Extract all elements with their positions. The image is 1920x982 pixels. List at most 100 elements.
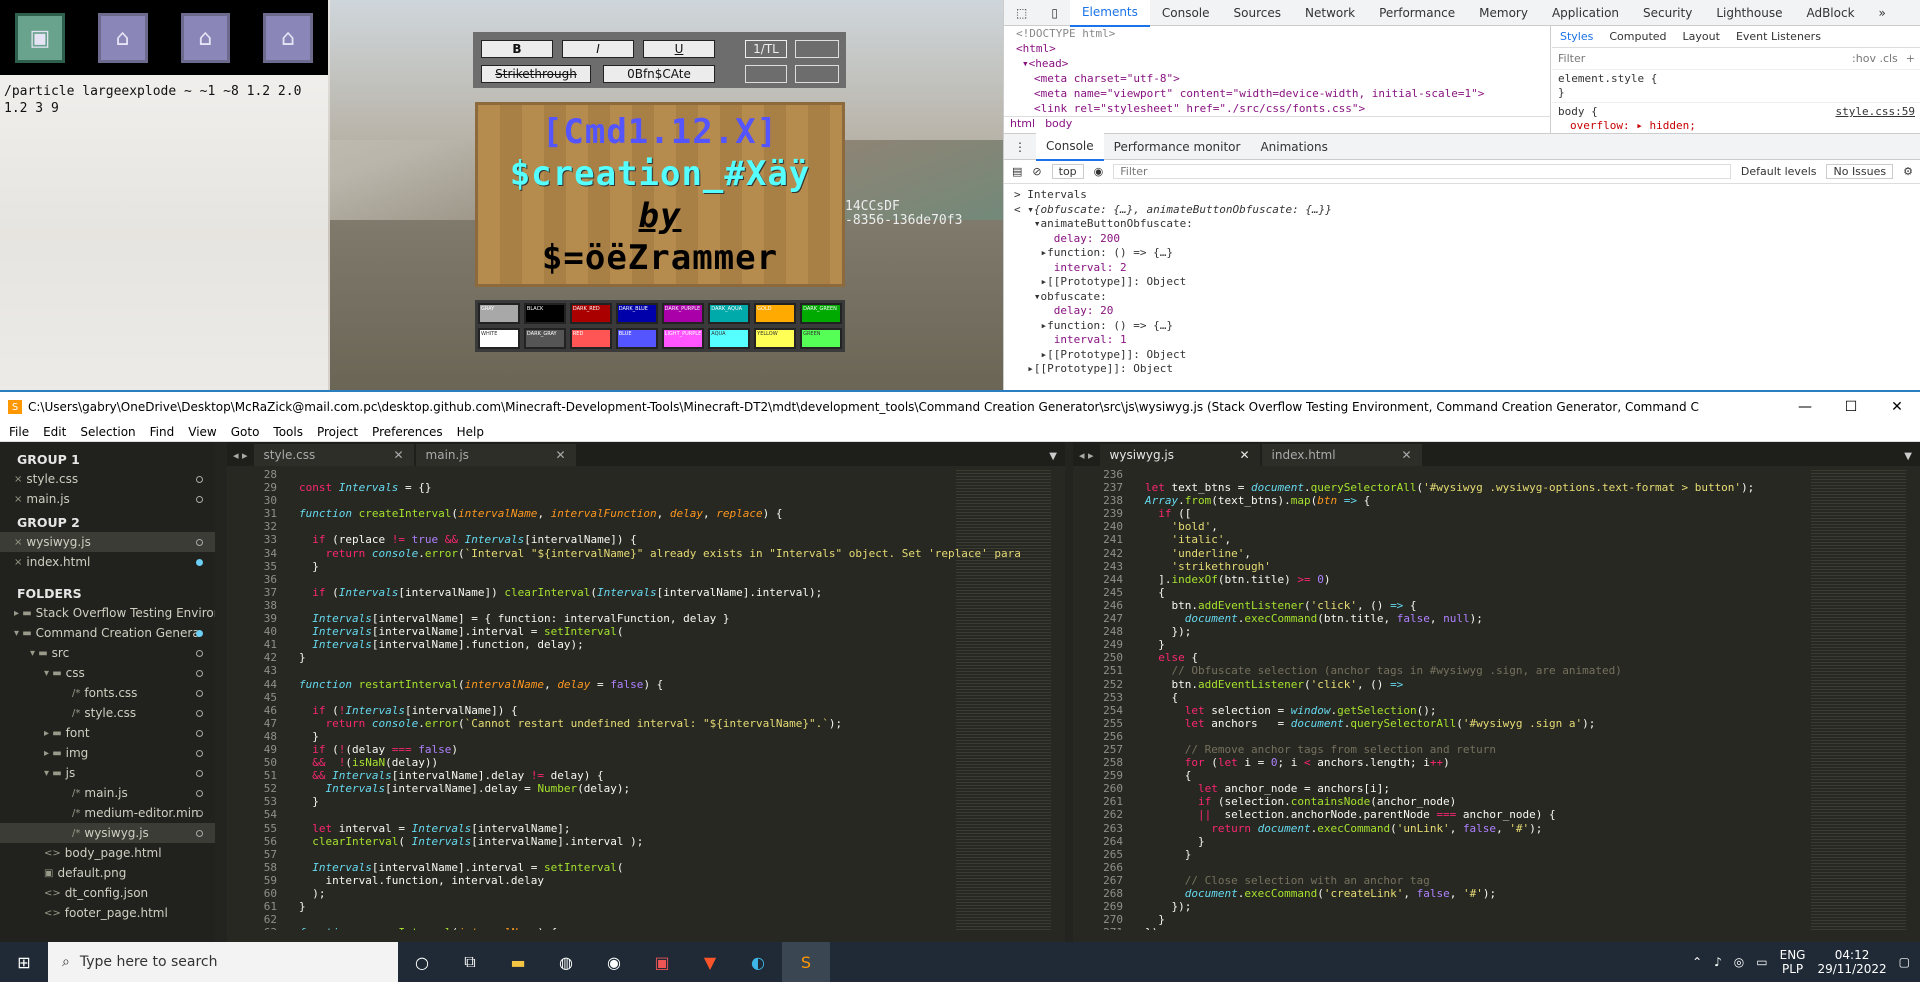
command-block-icon[interactable]: ⌂ bbox=[180, 13, 231, 63]
color-swatch[interactable]: WHITE bbox=[478, 328, 520, 349]
voicemeeter-icon[interactable]: ▣ bbox=[638, 942, 686, 982]
strikethrough-button[interactable]: Strikethrough bbox=[481, 65, 591, 83]
color-swatch[interactable]: DARK_PURPLE bbox=[661, 303, 705, 324]
menu-selection[interactable]: Selection bbox=[80, 425, 135, 439]
console-line[interactable]: ▾obfuscate: bbox=[1014, 290, 1911, 305]
menu-goto[interactable]: Goto bbox=[231, 425, 260, 439]
file-explorer-icon[interactable]: ▬ bbox=[494, 942, 542, 982]
drawer-tab-animations[interactable]: Animations bbox=[1250, 134, 1337, 160]
sidebar-item[interactable]: × index.html bbox=[0, 552, 215, 572]
cortana-icon[interactable]: ○ bbox=[398, 942, 446, 982]
menu-find[interactable]: Find bbox=[150, 425, 175, 439]
tab-wysiwyg-js[interactable]: wysiwyg.js ✕ bbox=[1099, 444, 1260, 466]
sidebar-item[interactable]: ▾ ▬ css bbox=[0, 663, 215, 683]
rule-property[interactable]: overflow: ▸ hidden; bbox=[1558, 119, 1915, 133]
styles-tab-3[interactable]: Event Listeners bbox=[1728, 30, 1829, 43]
code-view-right[interactable]: 236 237 238 239 240 241 242 243 244 245 246 247 248 2… bbox=[1073, 468, 1920, 930]
context-select[interactable]: top bbox=[1051, 164, 1084, 179]
console-line[interactable]: delay: 200 bbox=[1014, 232, 1911, 247]
inspect-icon[interactable]: ⬚ bbox=[1004, 0, 1039, 26]
tab-application[interactable]: Application bbox=[1540, 0, 1631, 26]
color-swatch[interactable]: GREEN bbox=[800, 328, 842, 349]
dom-node[interactable]: <link rel="stylesheet" href="./src/css/f… bbox=[1004, 101, 1550, 116]
color-swatch[interactable]: DARK_BLUE bbox=[615, 303, 658, 324]
menu-help[interactable]: Help bbox=[457, 425, 484, 439]
sidebar-item[interactable]: ▾ ▬ src bbox=[0, 643, 215, 663]
hov-cls-toggle[interactable]: :hov .cls bbox=[1852, 52, 1898, 65]
menu-project[interactable]: Project bbox=[317, 425, 358, 439]
sidebar-item[interactable]: /* fonts.css bbox=[0, 683, 215, 703]
dom-node[interactable]: <meta charset="utf-8"> bbox=[1004, 71, 1550, 86]
sidebar-item[interactable]: ▸ ▬ Stack Overflow Testing Enviror bbox=[0, 603, 215, 623]
console-line[interactable]: ▸[[Prototype]]: Object bbox=[1014, 275, 1911, 290]
dom-node[interactable]: <!DOCTYPE html> bbox=[1004, 26, 1550, 41]
close-icon[interactable]: ✕ bbox=[1874, 392, 1920, 422]
sidebar-item[interactable]: ▾ ▬ Command Creation Genera bbox=[0, 623, 215, 643]
volume-icon[interactable]: ♪ bbox=[1714, 955, 1722, 969]
command-block-icon[interactable]: ⌂ bbox=[97, 13, 148, 63]
empty-button[interactable] bbox=[745, 65, 787, 83]
code-view-left[interactable]: 28 29 30 31 32 33 34 35 36 37 38 39 40 41 42 43 44 45 46 47… bbox=[227, 468, 1065, 930]
sign-preview[interactable]: [Cmd1.12.X] $creation_#Xäÿ by $=öëZramme… bbox=[475, 102, 845, 287]
tab-index-html[interactable]: index.html ✕ bbox=[1261, 444, 1422, 466]
sidebar-item[interactable]: /* medium-editor.min. bbox=[0, 803, 215, 823]
empty-button[interactable] bbox=[795, 40, 839, 58]
steam-icon[interactable]: ◉ bbox=[590, 942, 638, 982]
maximize-icon[interactable]: ☐ bbox=[1828, 392, 1874, 422]
settings-icon[interactable]: ⚙ bbox=[1903, 165, 1913, 178]
close-icon[interactable]: ✕ bbox=[1239, 448, 1249, 462]
app-icon[interactable]: ◍ bbox=[542, 942, 590, 982]
chevron-up-icon[interactable]: ⌃ bbox=[1692, 955, 1702, 969]
sidebar-item[interactable]: ▣ default.png bbox=[0, 863, 215, 883]
underline-button[interactable]: U bbox=[643, 40, 715, 58]
tab-console[interactable]: Console bbox=[1150, 0, 1222, 26]
plus-icon[interactable]: + bbox=[1906, 52, 1915, 65]
sublime-taskbar-icon[interactable]: S bbox=[782, 942, 830, 982]
color-swatch[interactable]: DARK_GREEN bbox=[800, 303, 842, 324]
color-swatch[interactable]: BLUE bbox=[615, 328, 658, 349]
empty-button[interactable] bbox=[795, 65, 839, 83]
sidebar-item[interactable]: × wysiwyg.js bbox=[0, 532, 215, 552]
console-line[interactable]: delay: 20 bbox=[1014, 304, 1911, 319]
minimap[interactable] bbox=[1811, 468, 1906, 930]
color-swatch[interactable]: GRAY bbox=[478, 303, 520, 324]
more-icon[interactable]: ⋮ bbox=[1004, 134, 1036, 160]
tab-performance[interactable]: Performance bbox=[1367, 0, 1467, 26]
console-line[interactable]: ▸[[Prototype]]: Object bbox=[1014, 362, 1911, 377]
tab-nav-icon[interactable]: ◂ ▸ bbox=[1073, 449, 1100, 466]
tab-lighthouse[interactable]: Lighthouse bbox=[1704, 0, 1794, 26]
drawer-tab-console[interactable]: Console bbox=[1036, 132, 1104, 161]
tab-dropdown-icon[interactable]: ▼ bbox=[1049, 451, 1057, 462]
crumb-body[interactable]: body bbox=[1045, 117, 1072, 133]
taskbar-search[interactable]: ⌕ Type here to search bbox=[48, 942, 398, 982]
globe-icon[interactable]: ◎ bbox=[1734, 955, 1744, 969]
tab-main-js[interactable]: main.js ✕ bbox=[415, 444, 576, 466]
bold-button[interactable]: B bbox=[481, 40, 553, 58]
close-icon[interactable]: ✕ bbox=[393, 448, 403, 462]
console-line[interactable]: ▸function: () => {…} bbox=[1014, 319, 1911, 334]
drawer-tab-performance-monitor[interactable]: Performance monitor bbox=[1104, 134, 1251, 160]
more-tabs-icon[interactable]: » bbox=[1867, 0, 1898, 26]
sidebar-item[interactable]: ▸ ▬ font bbox=[0, 723, 215, 743]
clock[interactable]: 04:12 29/11/2022 bbox=[1817, 948, 1886, 976]
sidebar-toggle-icon[interactable]: ▤ bbox=[1012, 165, 1022, 178]
sidebar-item[interactable]: /* style.css bbox=[0, 703, 215, 723]
color-swatch[interactable]: AQUA bbox=[708, 328, 751, 349]
sidebar-item[interactable]: /* wysiwyg.js bbox=[0, 823, 215, 843]
task-view-icon[interactable]: ⧉ bbox=[446, 942, 494, 982]
sidebar-item[interactable]: ▸ ▬ img bbox=[0, 743, 215, 763]
tab-network[interactable]: Network bbox=[1293, 0, 1367, 26]
sidebar-item[interactable]: × main.js bbox=[0, 489, 215, 509]
color-swatch[interactable]: LIGHT_PURPLE bbox=[661, 328, 705, 349]
crumb-html[interactable]: html bbox=[1010, 117, 1035, 133]
sidebar-item[interactable]: /* main.js bbox=[0, 783, 215, 803]
edge-icon[interactable]: ◐ bbox=[734, 942, 782, 982]
tab-nav-icon[interactable]: ◂ ▸ bbox=[227, 449, 254, 466]
device-icon[interactable]: ▯ bbox=[1039, 0, 1070, 26]
tab-dropdown-icon[interactable]: ▼ bbox=[1904, 451, 1912, 462]
rule-source-link[interactable]: style.css:59 bbox=[1836, 105, 1915, 119]
console-line[interactable]: > Intervals bbox=[1014, 188, 1911, 203]
color-swatch[interactable]: DARK_RED bbox=[569, 303, 612, 324]
console-line[interactable]: interval: 1 bbox=[1014, 333, 1911, 348]
notification-icon[interactable]: ▢ bbox=[1899, 955, 1910, 969]
